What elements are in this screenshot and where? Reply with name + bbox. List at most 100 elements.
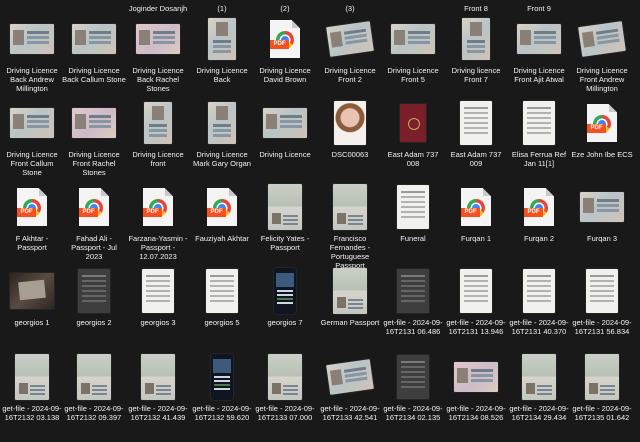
file-name-label: Driving Licence front (132, 150, 184, 168)
file-name-label: Driving Licence Front Ajit Atwal (513, 66, 565, 84)
partial-row-caption[interactable]: Front 8 (444, 4, 508, 13)
file-tile[interactable]: get-file - 2024-09-16T2131 56.834 (570, 266, 634, 336)
file-tile[interactable]: get-file - 2024-09-16T2132 41.439 (126, 352, 190, 422)
pdf-icon: PDF (136, 182, 180, 232)
licence-thumbnail-icon (10, 98, 54, 148)
file-tile[interactable]: Furqan 3 (570, 182, 634, 243)
document-thumbnail-icon (200, 266, 244, 316)
licence-thumbnail-icon (326, 352, 374, 402)
file-tile[interactable]: East Adam 737 008 (381, 98, 445, 168)
file-tile[interactable]: get-file - 2024-09-16T2132 59.620 (190, 352, 254, 422)
pdf-icon: PDF (454, 182, 498, 232)
document-thumbnail-icon (517, 98, 561, 148)
passport-thumbnail-icon (263, 182, 307, 232)
partial-row-caption[interactable]: (3) (318, 4, 382, 13)
file-tile[interactable]: georgios 1 (0, 266, 64, 327)
file-name-label: Elisa Ferrua Ref Jan 11[1] (511, 150, 567, 168)
file-tile[interactable]: PDF Furqan 2 (507, 182, 571, 243)
file-name-label: Driving Licence (259, 150, 311, 159)
file-tile[interactable]: Driving Licence Back Andrew Millington (0, 14, 64, 93)
document-thumbnail-icon (454, 98, 498, 148)
file-tile[interactable]: Driving Licence Front 2 (318, 14, 382, 84)
file-tile[interactable]: Driving Licence Front 5 (381, 14, 445, 84)
file-name-label: Driving Licence Back Callum Stone (62, 66, 126, 84)
passport-thumbnail-icon (580, 352, 624, 402)
file-tile[interactable]: Driving Licence Back (190, 14, 254, 84)
partial-row-caption[interactable]: Joginder Dosanjh (126, 4, 190, 13)
file-tile[interactable]: Driving Licence (253, 98, 317, 159)
passport-thumbnail-icon (10, 352, 54, 402)
licence-thumbnail-icon (263, 98, 307, 148)
file-tile[interactable]: Driving Licence Mark Gary Organ (190, 98, 254, 168)
pdf-icon: PDF (263, 14, 307, 64)
file-tile[interactable]: East Adam 737 009 (444, 98, 508, 168)
file-tile[interactable]: Elisa Ferrua Ref Jan 11[1] (507, 98, 571, 168)
file-tile[interactable]: get-file - 2024-09-16T2134 02.135 (381, 352, 445, 422)
passport-cover-thumbnail-icon (391, 98, 435, 148)
document-thumbnail-icon (454, 266, 498, 316)
document-thumbnail-icon (580, 266, 624, 316)
file-tile[interactable]: PDF Furqan 1 (444, 182, 508, 243)
file-name-label: Fauziyah Akhtar (195, 234, 249, 243)
file-tile[interactable]: get-file - 2024-09-16T2131 06.486 (381, 266, 445, 336)
passport-thumbnail-icon (328, 266, 372, 316)
file-tile[interactable]: get-file - 2024-09-16T2133 07.000 (253, 352, 317, 422)
file-name-label: Driving licence Front 7 (451, 66, 501, 84)
file-tile[interactable]: Felicity Yates - Passport (253, 182, 317, 252)
file-tile[interactable]: get-file - 2024-09-16T2134 08.526 (444, 352, 508, 422)
file-tile[interactable]: get-file - 2024-09-16T2131 13.946 (444, 266, 508, 336)
file-name-label: georgios 2 (76, 318, 112, 327)
file-tile[interactable]: Driving Licence front (126, 98, 190, 168)
file-tile[interactable]: Francisco Fernandes - Portuguese Passpor… (318, 182, 382, 270)
document-thumbnail-icon (391, 266, 435, 316)
file-name-label: Francisco Fernandes - Portuguese Passpor… (329, 234, 371, 270)
file-tile[interactable]: Driving Licence Front Callum Stone (0, 98, 64, 177)
passport-thumbnail-icon (72, 352, 116, 402)
file-tile[interactable]: DSC00063 (318, 98, 382, 159)
file-tile[interactable]: Funeral (381, 182, 445, 243)
file-name-label: German Passport (320, 318, 380, 327)
file-tile[interactable]: georgios 2 (62, 266, 126, 327)
file-tile[interactable]: get-file - 2024-09-16T2131 40.370 (507, 266, 571, 336)
document-thumbnail-icon (391, 182, 435, 232)
file-name-label: Driving Licence Front 2 (324, 66, 376, 84)
file-tile[interactable]: PDF Fauziyah Akhtar (190, 182, 254, 243)
file-tile[interactable]: PDF F Akhtar - Passport (0, 182, 64, 252)
file-name-label: georgios 1 (14, 318, 50, 327)
partial-row-caption[interactable]: (2) (253, 4, 317, 13)
file-tile[interactable]: Driving licence Front 7 (444, 14, 508, 84)
file-tile[interactable]: Driving Licence Front Rachel Stones (62, 98, 126, 177)
pdf-icon: PDF (10, 182, 54, 232)
file-name-label: Driving Licence Back Rachel Stones (132, 66, 184, 93)
file-tile[interactable]: get-file - 2024-09-16T2132 03.138 (0, 352, 64, 422)
file-name-label: get-file - 2024-09-16T2133 42.541 (320, 404, 380, 422)
partial-row-caption[interactable]: Front 9 (507, 4, 571, 13)
file-tile[interactable]: Driving Licence Back Rachel Stones (126, 14, 190, 93)
file-tile[interactable]: georgios 7 (253, 266, 317, 327)
partial-row-caption[interactable]: (1) (190, 4, 254, 13)
file-tile[interactable]: get-file - 2024-09-16T2132 09.397 (62, 352, 126, 422)
file-tile[interactable]: Driving Licence Front Ajit Atwal (507, 14, 571, 84)
file-name-label: get-file - 2024-09-16T2134 29.434 (509, 404, 569, 422)
file-name-label: Fahad Ali - Passport - Jul 2023 (71, 234, 117, 261)
passport-thumbnail-icon (136, 352, 180, 402)
file-tile[interactable]: PDF Fahad Ali - Passport - Jul 2023 (62, 182, 126, 261)
file-tile[interactable]: Driving Licence Back Callum Stone (62, 14, 126, 84)
file-name-label: Furqan 3 (586, 234, 618, 243)
file-tile[interactable]: get-file - 2024-09-16T2133 42.541 (318, 352, 382, 422)
file-grid: Joginder Dosanjh (1) (2) (3) Front 8 Front 9 D… (0, 0, 640, 442)
file-tile[interactable]: PDF Eze John Ibe ECS (570, 98, 634, 159)
file-tile[interactable]: PDF Driving Licence David Brown (253, 14, 317, 84)
file-tile[interactable]: PDF Farzana-Yasmin - Passport - 12.07.202… (126, 182, 190, 261)
file-tile[interactable]: get-file - 2024-09-16T2135 01.642 (570, 352, 634, 422)
file-name-label: Furqan 1 (460, 234, 492, 243)
file-tile[interactable]: get-file - 2024-09-16T2134 29.434 (507, 352, 571, 422)
file-tile[interactable]: georgios 3 (126, 266, 190, 327)
file-name-label: Driving Licence David Brown (259, 66, 311, 84)
file-name-label: Driving Licence Front Callum Stone (6, 150, 58, 177)
file-tile[interactable]: georgios 5 (190, 266, 254, 327)
licence-thumbnail-icon (454, 352, 498, 402)
file-tile[interactable]: German Passport (318, 266, 382, 327)
phone-screenshot-thumbnail-icon (263, 266, 307, 316)
file-tile[interactable]: Driving Licence Front Andrew Millington (570, 14, 634, 93)
